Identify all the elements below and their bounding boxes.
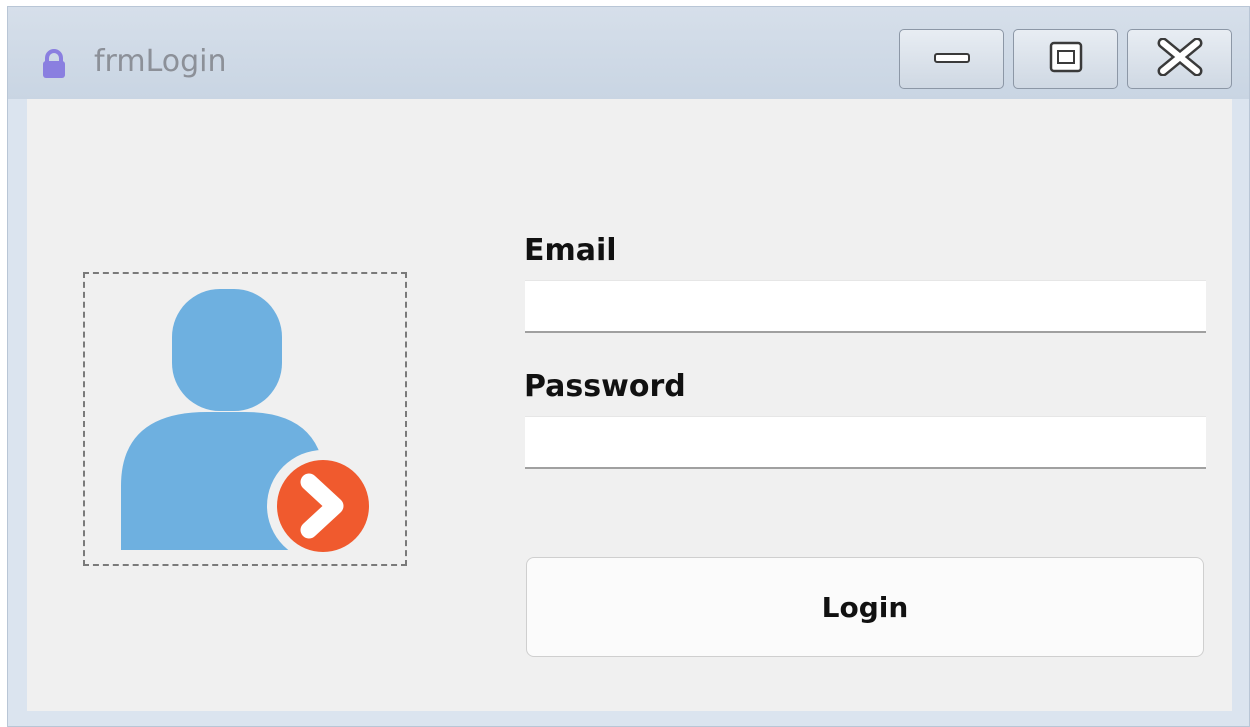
title-bar[interactable]: frmLogin <box>8 7 1249 99</box>
minimize-icon <box>932 47 972 71</box>
login-button[interactable]: Login <box>526 557 1204 657</box>
form-client-area: Email Password Login <box>27 99 1232 711</box>
login-window: frmLogin Email Password Login <box>7 6 1250 727</box>
lock-icon <box>41 49 67 79</box>
maximize-icon <box>1049 41 1083 77</box>
close-icon <box>1157 37 1203 80</box>
minimize-button[interactable] <box>899 29 1004 89</box>
close-button[interactable] <box>1127 29 1232 89</box>
email-field[interactable] <box>525 280 1206 333</box>
maximize-button[interactable] <box>1013 29 1118 89</box>
password-field[interactable] <box>525 416 1206 469</box>
password-label: Password <box>524 369 686 404</box>
email-label: Email <box>524 233 617 268</box>
window-title: frmLogin <box>94 44 227 79</box>
user-picture-box <box>83 272 407 566</box>
